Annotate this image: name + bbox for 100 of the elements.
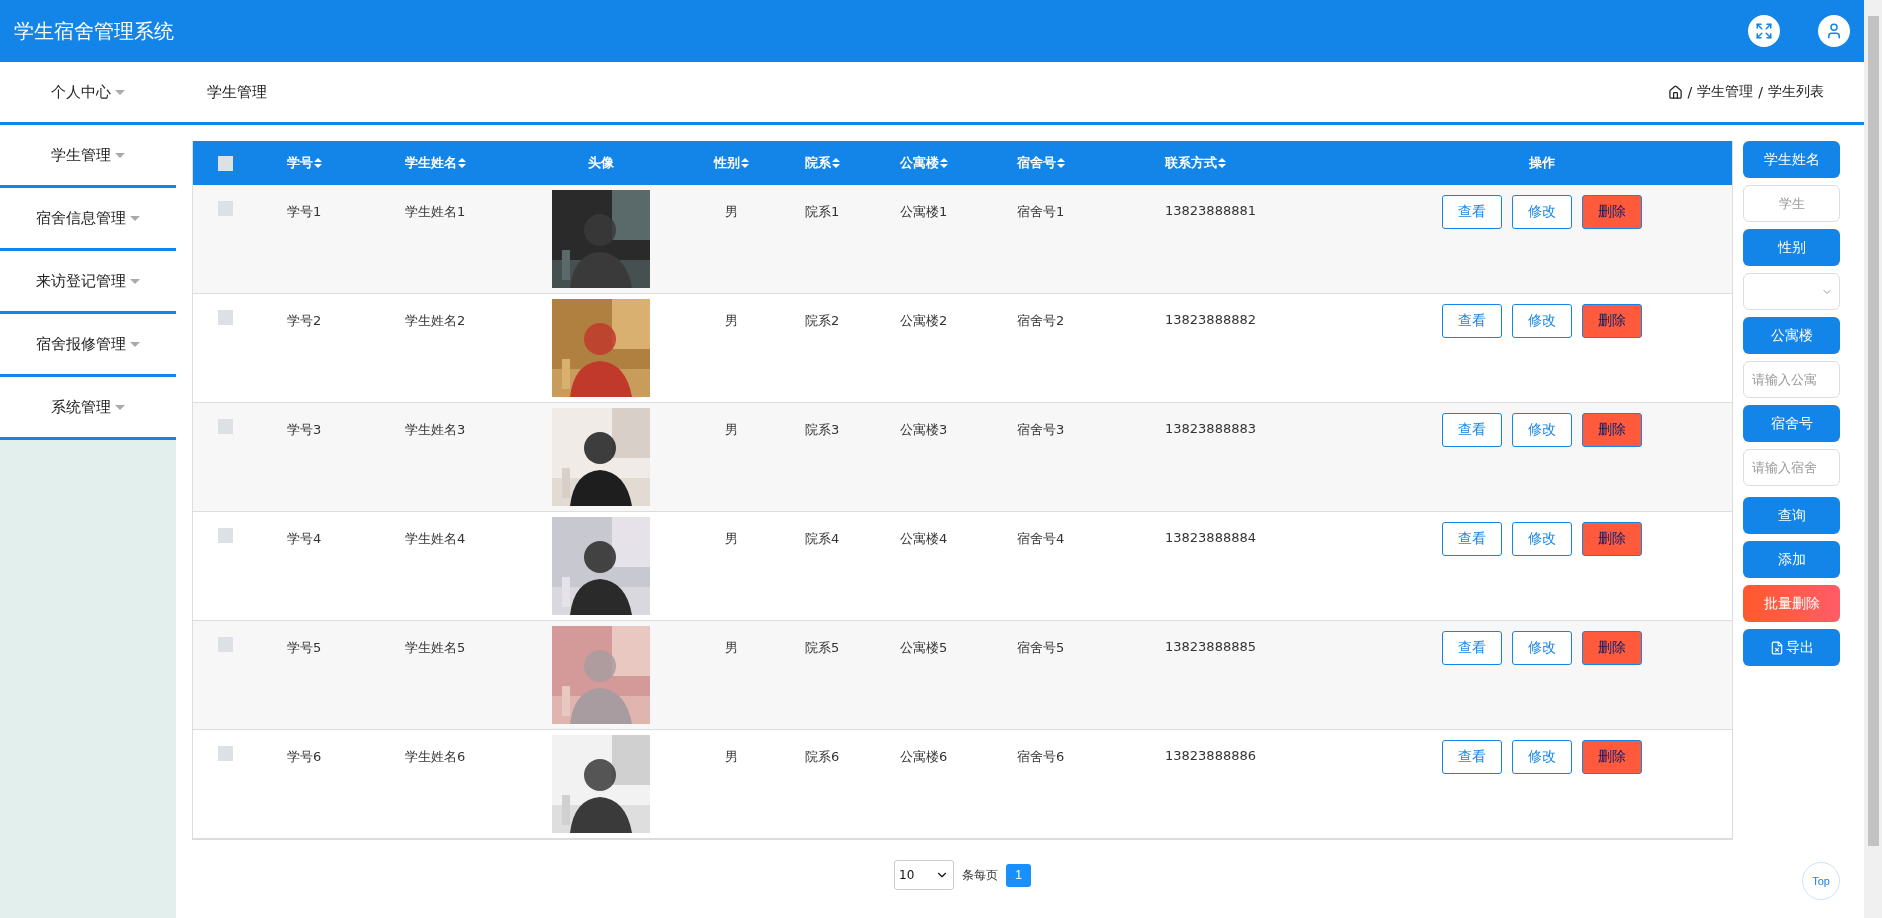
filter-input[interactable]: 请输入宿舍 bbox=[1743, 449, 1840, 486]
action-button[interactable]: 修改 bbox=[1511, 304, 1572, 338]
action-button[interactable]: 修改 bbox=[1511, 413, 1572, 447]
page-size-select[interactable]: 10 bbox=[894, 860, 954, 890]
table-cell: 宿舍号5 bbox=[1017, 640, 1065, 655]
sort-icon bbox=[940, 158, 948, 168]
checkbox[interactable] bbox=[218, 528, 233, 543]
table-cell: 院系6 bbox=[805, 749, 840, 764]
table-cell: 宿舍号3 bbox=[1017, 422, 1065, 437]
action-button[interactable]: 修改 bbox=[1511, 631, 1572, 665]
table-cell: 学生姓名2 bbox=[405, 313, 466, 328]
table-cell-text: 男 bbox=[724, 639, 738, 657]
action-button[interactable]: 修改 bbox=[1511, 522, 1572, 556]
table-cell: 公寓楼2 bbox=[900, 313, 948, 328]
delete-button[interactable]: 删除 bbox=[1581, 522, 1642, 556]
sort-icon bbox=[832, 158, 840, 168]
user-icon bbox=[1825, 22, 1843, 40]
column-header: 操作 bbox=[1528, 154, 1555, 172]
column-header: 头像 bbox=[588, 154, 614, 172]
table-cell: 学号2 bbox=[287, 313, 322, 328]
table-cell-text: 男 bbox=[724, 748, 738, 766]
table-cell: 宿舍号4 bbox=[1017, 531, 1065, 546]
table-cell: 院系4 bbox=[805, 531, 840, 546]
filter-label[interactable]: 公寓楼 bbox=[1743, 317, 1840, 354]
table-cell: 宿舍号1 bbox=[1017, 204, 1065, 219]
sidebar-item[interactable]: 宿舍信息管理 bbox=[0, 188, 176, 251]
sort-icon bbox=[314, 158, 322, 168]
column-header[interactable]: 性别 bbox=[713, 154, 749, 172]
table-cell: 学号5 bbox=[287, 640, 322, 655]
table-cell: 宿舍号6 bbox=[1017, 749, 1065, 764]
checkbox[interactable] bbox=[218, 201, 233, 216]
sidebar-item[interactable]: 系统管理 bbox=[0, 377, 176, 440]
fullscreen-button[interactable] bbox=[1748, 15, 1780, 47]
table-cell-text: 男 bbox=[724, 530, 738, 548]
home-icon[interactable] bbox=[1667, 84, 1683, 100]
page-button[interactable]: 1 bbox=[1006, 863, 1031, 887]
table-cell: 学生姓名1 bbox=[405, 204, 466, 219]
table-cell: 学号4 bbox=[287, 531, 322, 546]
column-header[interactable]: 宿舍号 bbox=[1017, 154, 1065, 172]
delete-button[interactable]: 删除 bbox=[1581, 740, 1642, 774]
checkbox[interactable] bbox=[218, 637, 233, 652]
column-header[interactable]: 学生姓名 bbox=[405, 154, 466, 172]
table-cell: 13823888885 bbox=[1165, 639, 1256, 654]
filter-label[interactable]: 性别 bbox=[1743, 229, 1840, 266]
checkbox[interactable] bbox=[218, 155, 233, 171]
sidebar-item[interactable]: 来访登记管理 bbox=[0, 251, 176, 314]
action-button[interactable]: 查看 bbox=[1441, 740, 1502, 774]
table-cell: 公寓楼1 bbox=[900, 204, 948, 219]
scrollbar[interactable] bbox=[1864, 0, 1882, 918]
checkbox[interactable] bbox=[218, 746, 233, 761]
batch-delete-button[interactable]: 批量删除 bbox=[1743, 585, 1840, 622]
table-cell: 公寓楼5 bbox=[900, 640, 948, 655]
table-cell: 院系1 bbox=[805, 204, 840, 219]
column-header[interactable]: 公寓楼 bbox=[900, 154, 948, 172]
action-button[interactable]: 添加 bbox=[1743, 541, 1840, 578]
fullscreen-icon bbox=[1755, 22, 1773, 40]
action-button[interactable]: 查看 bbox=[1441, 413, 1502, 447]
table-cell: 13823888884 bbox=[1165, 530, 1256, 545]
table-cell: 13823888886 bbox=[1165, 748, 1256, 763]
action-button[interactable]: 查询 bbox=[1743, 497, 1840, 534]
table-cell: 学生姓名5 bbox=[405, 640, 466, 655]
delete-button[interactable]: 删除 bbox=[1581, 413, 1642, 447]
filter-label[interactable]: 学生姓名 bbox=[1743, 141, 1840, 178]
app-title: 学生宿舍管理系统 bbox=[14, 17, 175, 45]
action-button[interactable]: 查看 bbox=[1441, 304, 1502, 338]
table-cell: 院系2 bbox=[805, 313, 840, 328]
per-page-label: 条每页 bbox=[962, 866, 998, 884]
user-button[interactable] bbox=[1818, 15, 1850, 47]
checkbox[interactable] bbox=[218, 310, 233, 325]
table-cell: 学生姓名6 bbox=[405, 749, 466, 764]
breadcrumb-item[interactable]: 学生管理 bbox=[1697, 83, 1754, 101]
breadcrumb-separator: / bbox=[1687, 84, 1693, 100]
page-title: 学生管理 bbox=[207, 82, 268, 102]
filter-input[interactable]: 学生 bbox=[1743, 185, 1840, 222]
action-button[interactable]: 修改 bbox=[1511, 740, 1572, 774]
sort-icon bbox=[740, 158, 749, 168]
filter-label[interactable]: 宿舍号 bbox=[1743, 405, 1840, 442]
sidebar-item[interactable]: 学生管理 bbox=[0, 125, 176, 188]
table-cell: 13823888881 bbox=[1165, 203, 1256, 218]
table-cell: 公寓楼3 bbox=[900, 422, 948, 437]
table-cell: 宿舍号2 bbox=[1017, 313, 1065, 328]
back-to-top-button[interactable]: Top bbox=[1802, 862, 1840, 900]
column-header[interactable]: 联系方式 bbox=[1165, 154, 1226, 172]
gender-select[interactable] bbox=[1743, 273, 1840, 310]
checkbox[interactable] bbox=[218, 419, 233, 434]
column-header[interactable]: 院系 bbox=[805, 154, 840, 172]
column-header[interactable]: 学号 bbox=[287, 154, 322, 172]
action-button[interactable]: 查看 bbox=[1441, 195, 1502, 229]
delete-button[interactable]: 删除 bbox=[1581, 631, 1642, 665]
delete-button[interactable]: 删除 bbox=[1581, 195, 1642, 229]
export-button[interactable]: 导出 bbox=[1743, 629, 1840, 666]
sort-icon bbox=[1218, 158, 1226, 168]
action-button[interactable]: 修改 bbox=[1511, 195, 1572, 229]
action-button[interactable]: 查看 bbox=[1441, 631, 1502, 665]
sidebar-item[interactable]: 宿舍报修管理 bbox=[0, 314, 176, 377]
sort-icon bbox=[1057, 158, 1065, 168]
filter-input[interactable]: 请输入公寓 bbox=[1743, 361, 1840, 398]
table-cell: 学号1 bbox=[287, 204, 322, 219]
delete-button[interactable]: 删除 bbox=[1581, 304, 1642, 338]
action-button[interactable]: 查看 bbox=[1441, 522, 1502, 556]
